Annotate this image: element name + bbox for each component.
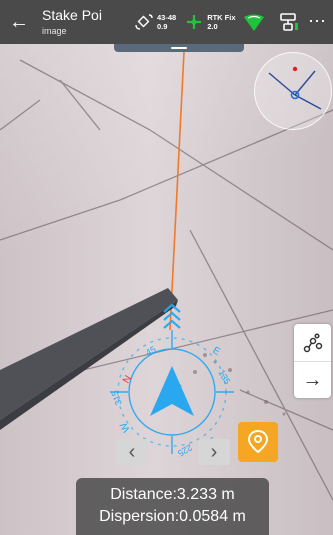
title-block: Stake Poi image: [42, 7, 116, 37]
compass-degree-135: 135: [216, 368, 232, 386]
arrow-right-icon: →: [302, 369, 323, 391]
page-subtitle: image: [42, 26, 67, 36]
next-point-nav-button[interactable]: ›: [198, 439, 230, 465]
pdop-value: 0.9: [157, 22, 168, 31]
compass-east-label: E: [211, 345, 223, 358]
satellite-icon: [135, 14, 153, 30]
route-button[interactable]: [294, 324, 331, 361]
location-pin-icon: [247, 429, 269, 454]
minimap-graphic: [268, 66, 322, 110]
fix-status[interactable]: RTK Fix 2.0: [184, 13, 236, 31]
age-value: 2.0: [207, 22, 218, 31]
compass-degree-225: 225: [176, 442, 194, 458]
side-toolbar: →: [294, 324, 331, 398]
chevron-left-icon: ‹: [128, 441, 136, 463]
next-point-button[interactable]: →: [294, 361, 331, 399]
top-bar: ← Stake Poi image 43-48 0.9 RTK Fix 2.0: [0, 0, 333, 44]
compass-west-label: W: [118, 420, 133, 434]
compass-degree-45: 45: [144, 344, 158, 358]
location-pin-button[interactable]: [238, 422, 278, 462]
page-title: Stake Poi: [42, 7, 102, 23]
distance-panel: Distance:3.233 m Dispersion:0.0584 m: [76, 478, 269, 535]
satellite-count: 43-48: [157, 13, 177, 22]
minimap[interactable]: [254, 52, 332, 130]
receiver-icon[interactable]: [278, 12, 300, 32]
prev-point-button[interactable]: ‹: [116, 439, 148, 465]
fix-status-label: RTK Fix: [207, 13, 236, 22]
drag-handle[interactable]: [114, 44, 244, 52]
satellite-status[interactable]: 43-48 0.9: [134, 13, 176, 31]
more-icon[interactable]: ⋯: [308, 12, 327, 30]
rtk-fix-icon: [187, 15, 202, 29]
distance-value: Distance:3.233 m: [110, 486, 235, 503]
signal-icon[interactable]: [242, 12, 266, 32]
target-point-icon: [292, 66, 298, 72]
chevron-right-icon: ›: [210, 441, 218, 463]
back-arrow-icon[interactable]: ←: [8, 11, 30, 33]
route-icon: [303, 332, 322, 352]
direction-arrow-icon: [150, 366, 194, 416]
dispersion-value: Dispersion:0.0584 m: [99, 508, 246, 525]
